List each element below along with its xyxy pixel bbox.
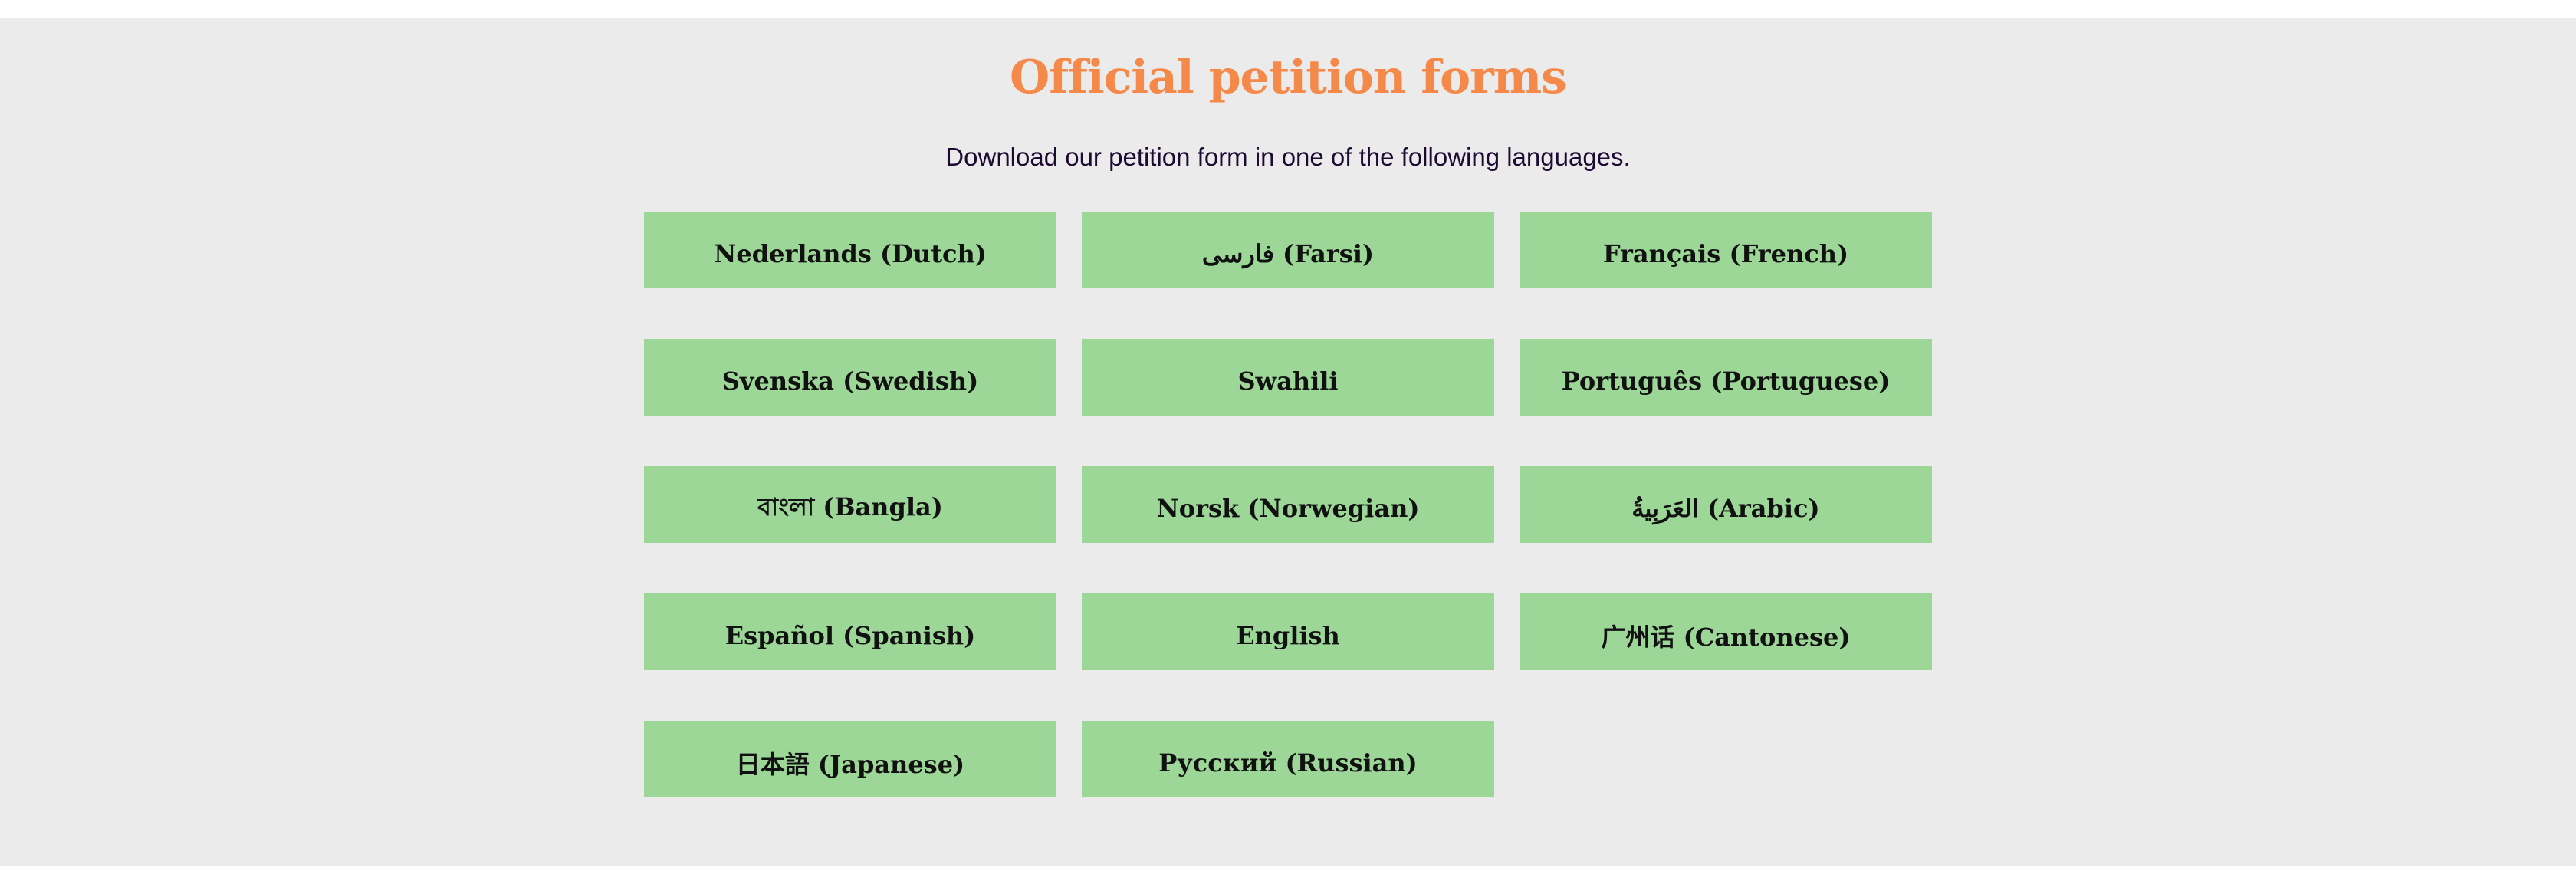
download-arabic-button[interactable]: العَرَبِيةُ (Arabic) xyxy=(1520,466,1932,543)
section-subtitle: Download our petition form in one of the… xyxy=(945,143,1631,171)
download-farsi-button[interactable]: فارسی (Farsi) xyxy=(1082,212,1494,288)
download-dutch-button[interactable]: Nederlands (Dutch) xyxy=(644,212,1056,288)
download-portuguese-button[interactable]: Português (Portuguese) xyxy=(1520,339,1932,416)
download-french-button[interactable]: Français (French) xyxy=(1520,212,1932,288)
download-russian-button[interactable]: Русский (Russian) xyxy=(1082,721,1494,797)
download-swahili-button[interactable]: Swahili xyxy=(1082,339,1494,416)
download-bangla-button[interactable]: বাংলা (Bangla) xyxy=(644,466,1056,543)
language-button-grid: Nederlands (Dutch) فارسی (Farsi) Françai… xyxy=(644,212,1932,797)
download-norwegian-button[interactable]: Norsk (Norwegian) xyxy=(1082,466,1494,543)
download-swedish-button[interactable]: Svenska (Swedish) xyxy=(644,339,1056,416)
download-english-button[interactable]: English xyxy=(1082,593,1494,670)
download-spanish-button[interactable]: Español (Spanish) xyxy=(644,593,1056,670)
section-title: Official petition forms xyxy=(1010,51,1567,104)
download-japanese-button[interactable]: 日本語 (Japanese) xyxy=(644,721,1056,797)
petition-forms-section: Official petition forms Download our pet… xyxy=(0,18,2576,866)
download-cantonese-button[interactable]: 广州话 (Cantonese) xyxy=(1520,593,1932,670)
